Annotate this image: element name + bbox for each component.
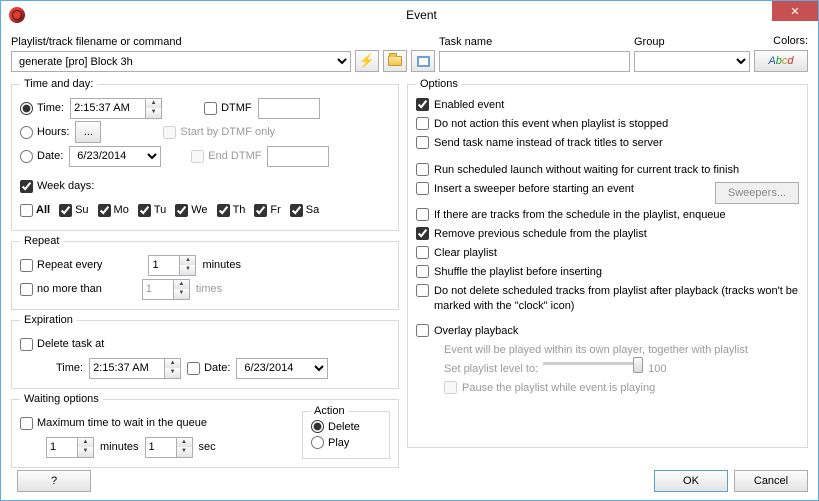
colors-label: Colors: <box>754 35 808 47</box>
removeprev-check[interactable] <box>416 227 429 240</box>
max-wait-check[interactable]: Maximum time to wait in the queue <box>20 417 207 430</box>
playlist-label: Playlist/track filename or command <box>11 36 351 48</box>
hours-radio[interactable]: Hours: <box>20 126 69 139</box>
task-input[interactable] <box>439 51 630 72</box>
end-dtmf-input[interactable] <box>267 146 329 167</box>
level-value: 100 <box>648 362 666 377</box>
close-button[interactable]: ✕ <box>772 1 818 21</box>
wait-sec-spin[interactable]: ▲▼ <box>145 437 193 458</box>
delete-task-check[interactable]: Delete task at <box>20 338 104 351</box>
waiting-group: Waiting options Maximum time to wait in … <box>11 393 399 468</box>
nomore-check[interactable]: no more than <box>20 283 102 296</box>
weekday-all[interactable]: All <box>20 204 50 217</box>
runsched-check[interactable] <box>416 163 429 176</box>
cancel-button[interactable]: Cancel <box>734 470 808 492</box>
time-radio[interactable]: Time: <box>20 102 64 115</box>
enqueue-check[interactable] <box>416 208 429 221</box>
sweepers-button[interactable]: Sweepers... <box>715 182 799 204</box>
weekday-th[interactable]: Th <box>217 204 246 217</box>
dtmf-input[interactable] <box>258 98 320 119</box>
weekday-tu[interactable]: Tu <box>138 204 166 217</box>
wait-min-label: minutes <box>100 441 139 453</box>
overlay-check[interactable] <box>416 324 429 337</box>
time-day-legend: Time and day: <box>20 78 97 90</box>
action-delete-radio[interactable]: Delete <box>311 420 381 433</box>
end-dtmf-check[interactable]: End DTMF <box>191 150 261 163</box>
lightning-button[interactable]: ⚡ <box>355 50 379 72</box>
square-button[interactable] <box>411 50 435 72</box>
app-icon <box>9 7 25 23</box>
waiting-legend: Waiting options <box>20 393 103 405</box>
options-group: Options Enabled event Do not action this… <box>407 78 808 448</box>
times-label: times <box>196 283 222 295</box>
nomore-spin: ▲▼ <box>142 279 190 300</box>
repeat-every-check[interactable]: Repeat every <box>20 259 102 272</box>
expiration-group: Expiration Delete task at Time: ▲▼ Date:… <box>11 314 399 389</box>
browse-button[interactable] <box>383 50 407 72</box>
sweeper-check[interactable] <box>416 182 429 195</box>
weekdays-check[interactable]: Week days: <box>20 180 94 193</box>
weekday-we[interactable]: We <box>175 204 207 217</box>
time-day-group: Time and day: Time: ▲▼ DTMF Hours: ... S… <box>11 78 399 231</box>
dtmf-check[interactable]: DTMF <box>204 102 252 115</box>
nodelete-check[interactable] <box>416 284 429 297</box>
weekday-fr[interactable]: Fr <box>254 204 280 217</box>
wait-sec-label: sec <box>199 441 216 453</box>
exp-time-label: Time: <box>56 362 83 374</box>
date-radio[interactable]: Date: <box>20 150 63 163</box>
shuffle-check[interactable] <box>416 265 429 278</box>
action-legend: Action <box>311 405 348 417</box>
task-label: Task name <box>439 36 630 48</box>
repeat-every-spin[interactable]: ▲▼ <box>148 255 196 276</box>
group-combo[interactable] <box>634 51 750 72</box>
overlay-hint: Event will be played within its own play… <box>444 343 748 358</box>
repeat-legend: Repeat <box>20 235 63 247</box>
setlevel-label: Set playlist level to: <box>444 362 538 377</box>
level-slider[interactable] <box>543 362 643 365</box>
noaction-check[interactable] <box>416 117 429 130</box>
playlist-combo[interactable]: generate [pro] Block 3h <box>11 51 351 72</box>
weekday-mo[interactable]: Mo <box>98 204 129 217</box>
clear-check[interactable] <box>416 246 429 259</box>
repeat-group: Repeat Repeat every ▲▼ minutes no more t… <box>11 235 399 310</box>
action-group: Action Delete Play <box>302 411 390 459</box>
folder-icon <box>388 56 402 66</box>
exp-date-picker[interactable]: 6/23/2014 <box>236 358 328 379</box>
lightning-icon: ⚡ <box>359 53 375 69</box>
date-picker[interactable]: 6/23/2014 <box>69 146 161 167</box>
help-button[interactable]: ? <box>17 470 91 492</box>
window-title: Event <box>25 8 818 22</box>
hours-ellipsis-button[interactable]: ... <box>75 121 101 143</box>
start-dtmf-check[interactable]: Start by DTMF only <box>163 126 275 139</box>
pause-check[interactable] <box>444 381 457 394</box>
colors-button[interactable]: Abcd <box>754 50 808 72</box>
exp-time-input[interactable]: ▲▼ <box>89 358 181 379</box>
options-legend: Options <box>416 78 462 90</box>
weekday-sa[interactable]: Sa <box>290 204 319 217</box>
time-input[interactable]: ▲▼ <box>70 98 162 119</box>
sendtask-check[interactable] <box>416 136 429 149</box>
square-icon <box>417 56 430 67</box>
action-play-radio[interactable]: Play <box>311 436 381 449</box>
weekday-su[interactable]: Su <box>59 204 88 217</box>
minutes-label: minutes <box>202 259 241 271</box>
expiration-legend: Expiration <box>20 314 77 326</box>
ok-button[interactable]: OK <box>654 470 728 492</box>
exp-date-check[interactable]: Date: <box>187 362 230 375</box>
wait-min-spin[interactable]: ▲▼ <box>46 437 94 458</box>
enabled-check[interactable] <box>416 98 429 111</box>
group-label: Group <box>634 36 750 48</box>
